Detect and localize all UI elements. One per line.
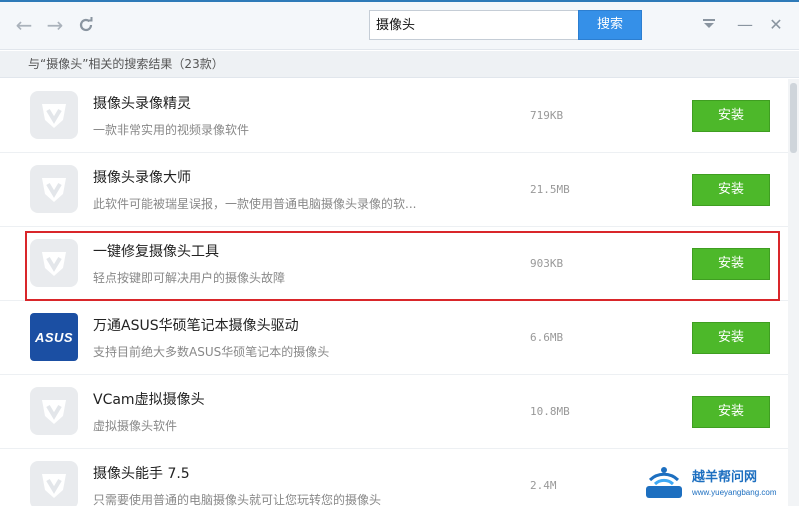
scrollbar-thumb[interactable] xyxy=(790,83,797,153)
watermark: 越羊帮问网 www.yueyangbang.com xyxy=(640,462,799,506)
shield-icon xyxy=(30,165,78,213)
asus-logo-text: ASUS xyxy=(34,329,74,345)
app-size: 719KB xyxy=(530,109,564,122)
asus-logo-icon: ASUS xyxy=(30,313,78,361)
search-input[interactable]: 摄像头 xyxy=(369,10,579,40)
menu-dropdown-icon[interactable] xyxy=(699,14,719,36)
results-summary: 与“摄像头”相关的搜索结果（23款） xyxy=(0,51,799,78)
scrollbar[interactable] xyxy=(788,79,799,506)
shield-icon xyxy=(30,461,78,506)
watermark-name: 越羊帮问网 xyxy=(692,469,758,484)
app-description: 支持目前绝大多数ASUS华硕笔记本的摄像头 xyxy=(93,345,330,359)
app-title[interactable]: 万通ASUS华硕笔记本摄像头驱动 xyxy=(93,315,299,335)
search-button[interactable]: 搜索 xyxy=(578,10,642,40)
install-button[interactable]: 安装 xyxy=(692,396,770,428)
install-button[interactable]: 安装 xyxy=(692,322,770,354)
list-item[interactable]: 摄像头录像精灵 一款非常实用的视频录像软件 719KB 安装 xyxy=(0,79,788,153)
shield-icon xyxy=(30,91,78,139)
wifi-logo-icon xyxy=(646,467,682,498)
app-size: 21.5MB xyxy=(530,183,570,196)
app-description: 轻点按键即可解决用户的摄像头故障 xyxy=(93,271,286,285)
app-title[interactable]: VCam虚拟摄像头 xyxy=(93,389,205,409)
app-size: 2.4M xyxy=(530,479,557,492)
app-title[interactable]: 摄像头录像大师 xyxy=(93,167,191,187)
toolbar: ← → 摄像头 搜索 — ✕ xyxy=(0,0,799,50)
app-size: 903KB xyxy=(530,257,564,270)
watermark-url: www.yueyangbang.com xyxy=(692,488,777,497)
list-item[interactable]: VCam虚拟摄像头 虚拟摄像头软件 10.8MB 安装 xyxy=(0,375,788,449)
install-button[interactable]: 安装 xyxy=(692,100,770,132)
results-list: 摄像头录像精灵 一款非常实用的视频录像软件 719KB 安装 摄像头录像大师 此… xyxy=(0,79,788,506)
app-description: 虚拟摄像头软件 xyxy=(93,419,178,433)
app-title[interactable]: 摄像头录像精灵 xyxy=(93,93,191,113)
refresh-icon[interactable] xyxy=(75,14,97,36)
shield-icon xyxy=(30,387,78,435)
list-item[interactable]: ASUS 万通ASUS华硕笔记本摄像头驱动 支持目前绝大多数ASUS华硕笔记本的… xyxy=(0,301,788,375)
app-description: 一款非常实用的视频录像软件 xyxy=(93,123,250,137)
install-button[interactable]: 安装 xyxy=(692,248,770,280)
arrow-right-icon[interactable]: → xyxy=(44,14,66,36)
app-title[interactable]: 摄像头能手 7.5 xyxy=(93,463,190,483)
minimize-icon[interactable]: — xyxy=(735,14,755,36)
window-top-border xyxy=(0,0,799,2)
app-description: 只需要使用普通的电脑摄像头就可让您玩转您的摄像头 xyxy=(93,493,382,506)
shield-icon xyxy=(30,239,78,287)
arrow-left-icon[interactable]: ← xyxy=(13,14,35,36)
app-size: 6.6MB xyxy=(530,331,564,344)
app-title[interactable]: 一键修复摄像头工具 xyxy=(93,241,219,261)
install-button[interactable]: 安装 xyxy=(692,174,770,206)
list-item[interactable]: 摄像头录像大师 此软件可能被瑞星误报，一款使用普通电脑摄像头录像的软... 21… xyxy=(0,153,788,227)
app-size: 10.8MB xyxy=(530,405,570,418)
list-item[interactable]: 一键修复摄像头工具 轻点按键即可解决用户的摄像头故障 903KB 安装 xyxy=(0,227,788,301)
close-icon[interactable]: ✕ xyxy=(766,14,786,36)
app-description: 此软件可能被瑞星误报，一款使用普通电脑摄像头录像的软... xyxy=(93,197,417,211)
